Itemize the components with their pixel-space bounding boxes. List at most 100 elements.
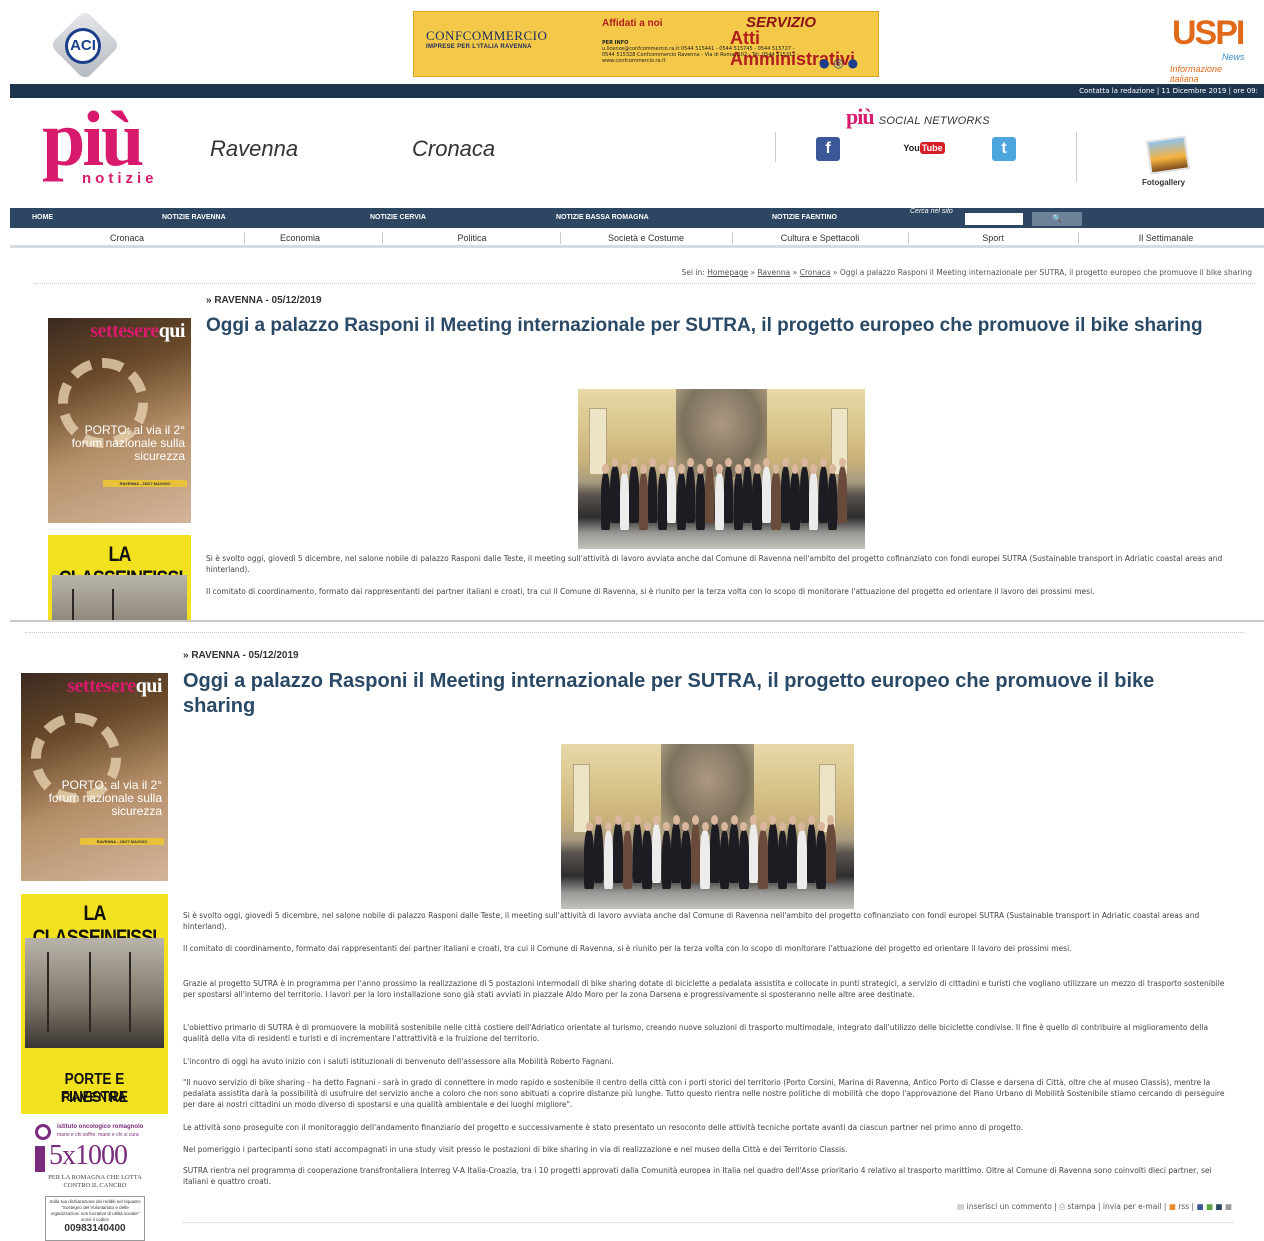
ad-info: PER INFO u.licenze@confcommercio.ra.it 05… — [602, 40, 799, 64]
person-figure — [777, 829, 788, 890]
person-figure — [623, 829, 633, 890]
article-tools: ▤ inserisci un commento | ⎙ stampa | inv… — [957, 1202, 1232, 1211]
article-paragraph: Grazie al progetto SUTRA è in programma … — [183, 979, 1225, 999]
subnav-sport[interactable]: Sport — [908, 228, 1078, 248]
person-figure — [661, 829, 672, 890]
site-logo[interactable]: più notizie — [42, 95, 202, 192]
person-head — [730, 814, 738, 825]
nav-notizie-cervia[interactable]: NOTIZIE CERVIA — [370, 208, 426, 228]
subnav-economia[interactable]: Economia — [244, 228, 356, 248]
nav-notizie-ravenna[interactable]: NOTIZIE RAVENNA — [162, 208, 226, 228]
person-figure — [690, 823, 701, 883]
person-head — [800, 457, 808, 468]
breadcrumb-current: Oggi a palazzo Rasponi il Meeting intern… — [839, 268, 1252, 277]
rss-icon: ■ — [1168, 1202, 1176, 1211]
breadcrumb: Sei in: Homepage » Ravenna » Cronaca » O… — [681, 268, 1252, 277]
breadcrumb-cronaca[interactable]: Cronaca — [800, 268, 831, 277]
subnav-settimanale[interactable]: Il Settimanale — [1078, 228, 1254, 248]
nav-notizie-faentino[interactable]: NOTIZIE FAENTINO — [772, 208, 837, 228]
classeinfissi-ad[interactable]: LA CLASSEINFISSI — [48, 535, 191, 620]
confcommercio-logo: CONFCOMMERCIO IMPRESE PER L'ITALIA RAVENN… — [426, 28, 548, 50]
article-title: Oggi a palazzo Rasponi il Meeting intern… — [206, 315, 1203, 336]
person-head — [614, 814, 622, 825]
sub-nav: Cronaca Economia Politica Società e Cost… — [10, 228, 1264, 248]
facebook-icon[interactable]: f — [816, 137, 840, 161]
person-figure — [686, 465, 696, 524]
person-figure — [632, 823, 643, 883]
person-head — [691, 814, 699, 825]
person-figure — [642, 829, 652, 890]
person-head — [672, 814, 680, 825]
rss-link[interactable]: rss — [1178, 1202, 1189, 1211]
screenshot-top: ACI CONFCOMMERCIO IMPRESE PER L'ITALIA RA… — [10, 0, 1264, 622]
article-photo[interactable] — [561, 744, 854, 909]
settesere-ad[interactable]: setteserequi PORTO: al via il 2° forum n… — [21, 673, 168, 881]
email-link[interactable]: invia per e-mail — [1103, 1202, 1162, 1211]
breadcrumb-ravenna[interactable]: Ravenna — [757, 268, 790, 277]
person-head — [701, 821, 709, 832]
person-head — [788, 814, 796, 825]
aci-logo[interactable]: ACI — [48, 9, 121, 82]
settesere-ad[interactable]: setteserequi PORTO: al via il 2° forum n… — [48, 318, 191, 523]
person-head — [696, 464, 704, 474]
article-paragraph: L'obiettivo primario di SUTRA è di promu… — [183, 1023, 1209, 1043]
person-head — [734, 464, 742, 474]
divider — [183, 1222, 1233, 1223]
confcommercio-ad[interactable]: CONFCOMMERCIO IMPRESE PER L'ITALIA RAVENN… — [413, 11, 879, 77]
person-figure — [629, 465, 639, 524]
person-figure — [603, 829, 614, 890]
fotogallery-link[interactable]: Fotogallery — [1142, 135, 1194, 192]
person-figure — [758, 829, 768, 890]
person-figure — [657, 472, 667, 530]
print-link[interactable]: stampa — [1067, 1202, 1095, 1211]
subnav-societa[interactable]: Società e Costume — [560, 228, 732, 248]
article-paragraph: Il comitato di coordinamento, formato da… — [206, 587, 1095, 596]
search-button[interactable]: 🔍 — [1032, 212, 1082, 226]
person-figure — [648, 465, 658, 524]
header-city: Ravenna — [210, 136, 299, 161]
person-head — [838, 457, 846, 468]
facebook-share-icon[interactable]: ■ — [1196, 1202, 1203, 1211]
comment-icon: ▤ — [957, 1202, 965, 1211]
person-head — [807, 814, 816, 825]
subnav-politica[interactable]: Politica — [382, 228, 562, 248]
person-figure — [771, 472, 781, 530]
share-icon[interactable]: ■ — [1206, 1202, 1213, 1211]
ad-affidati: Affidati a noi — [602, 18, 663, 29]
article-paragraph: Si è svolto oggi, giovedì 5 dicembre, ne… — [206, 554, 1223, 574]
person-figure — [733, 472, 743, 530]
screenshot-bottom: » RAVENNA - 05/12/2019 Oggi a palazzo Ra… — [10, 628, 1264, 1241]
person-head — [715, 464, 723, 474]
ad-social-icons: ● ◎ ● — [819, 56, 859, 70]
bookmark-icon[interactable]: ■ — [1215, 1202, 1222, 1211]
comment-link[interactable]: inserisci un commento — [967, 1202, 1052, 1211]
twitter-icon[interactable]: t — [992, 137, 1016, 161]
person-head — [624, 821, 632, 832]
nav-home[interactable]: HOME — [32, 208, 53, 228]
person-figure — [671, 823, 681, 883]
more-share-icon[interactable]: ■ — [1225, 1202, 1232, 1211]
classeinfissi-ad[interactable]: LA CLASSEINFISSI PORTE E FINESTRE RAVENN… — [21, 894, 168, 1114]
photo-icon — [1145, 135, 1191, 175]
youtube-icon[interactable]: You Tube — [903, 137, 945, 159]
person-figure — [700, 829, 710, 890]
article-date: » RAVENNA - 05/12/2019 — [183, 650, 299, 661]
person-figure — [594, 823, 604, 883]
person-figure — [584, 829, 594, 890]
header-section: Cronaca — [412, 136, 496, 161]
divider — [775, 132, 776, 162]
oncologico-ad[interactable]: istituto oncologico romagnolo mano e chi… — [21, 1122, 168, 1241]
search-input[interactable] — [965, 213, 1023, 225]
breadcrumb-homepage[interactable]: Homepage — [707, 268, 748, 277]
person-figure — [799, 465, 810, 524]
search-label: Cerca nel sito — [910, 208, 953, 215]
subnav-cultura[interactable]: Cultura e Spettacoli — [732, 228, 908, 248]
article-photo[interactable] — [578, 389, 865, 549]
person-head — [621, 464, 628, 474]
person-head — [677, 464, 685, 474]
person-figure — [826, 823, 836, 883]
subnav-cronaca[interactable]: Cronaca — [10, 228, 244, 248]
nav-notizie-bassa-romagna[interactable]: NOTIZIE BASSA ROMAGNA — [556, 208, 649, 228]
uspi-logo[interactable]: USPI News Informazione italiana — [1168, 14, 1252, 84]
person-figure — [695, 472, 705, 530]
